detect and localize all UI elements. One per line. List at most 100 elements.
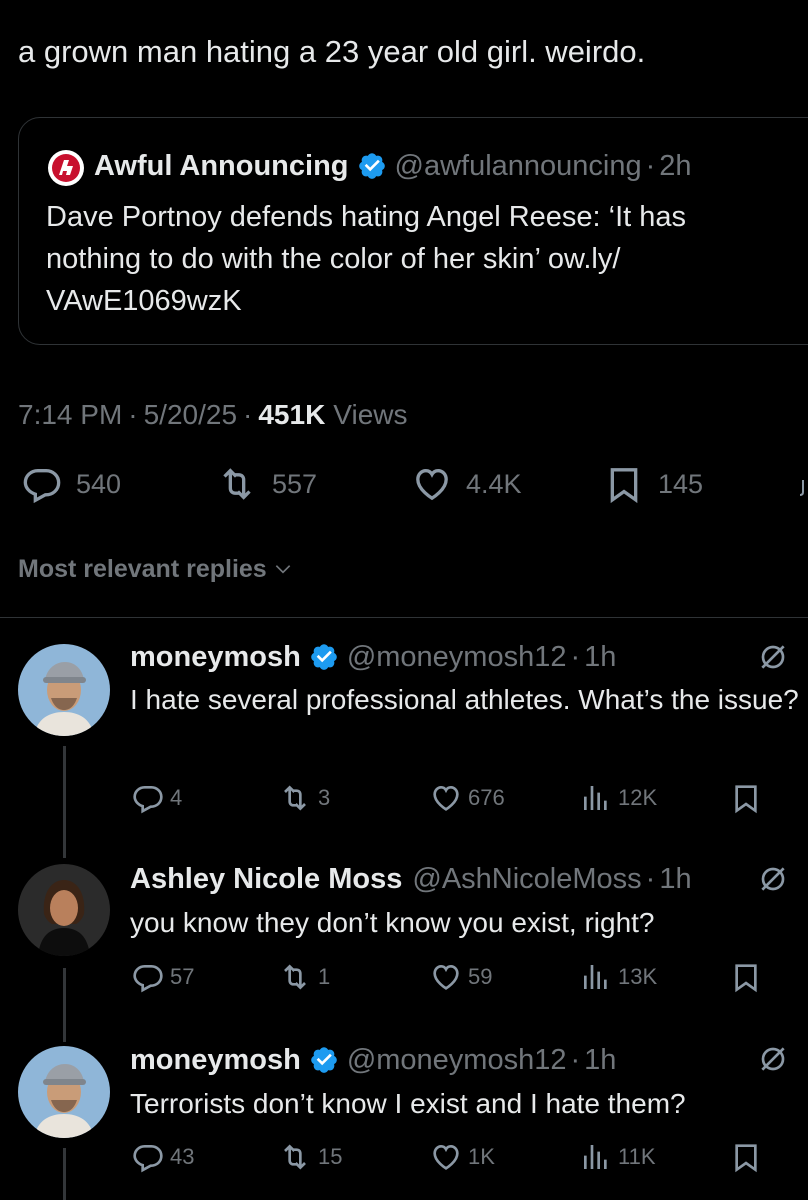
quote-author-handle[interactable]: @awfulannouncing (395, 150, 642, 183)
repost-icon (284, 964, 306, 990)
avatar[interactable] (18, 644, 110, 736)
repost-button[interactable]: 1 (278, 961, 330, 993)
reply-author-name[interactable]: moneymosh (130, 641, 301, 674)
repost-button[interactable]: 557 (216, 464, 317, 504)
views-button[interactable]: 13K (580, 961, 657, 993)
like-button[interactable]: 4.4K (412, 464, 522, 504)
repost-count: 3 (318, 785, 331, 810)
quote-text: Dave Portnoy defends hating Angel Reese:… (46, 201, 687, 317)
reply-icon (133, 1145, 163, 1173)
reply-button[interactable]: 57 (132, 961, 194, 993)
tweet-date[interactable]: 5/20/25 (144, 399, 237, 431)
repost-count: 15 (318, 1144, 343, 1169)
bookmark-icon (610, 468, 638, 504)
verified-icon (309, 1045, 339, 1075)
bookmark-icon[interactable] (730, 1141, 762, 1173)
bookmark-button[interactable]: 145 (604, 464, 703, 504)
quote-author-name[interactable]: Awful Announcing (94, 150, 349, 183)
separator-dot: · (243, 399, 253, 430)
bookmark-count: 145 (658, 468, 704, 499)
reply-timestamp[interactable]: 1h (584, 641, 616, 674)
separator-dot: · (128, 399, 138, 430)
repost-count: 1 (318, 964, 331, 989)
views-count: 13K (618, 964, 658, 989)
reply-count: 4 (170, 785, 183, 810)
reply-button[interactable]: 43 (132, 1141, 194, 1173)
reply-text: I hate several professional athletes. Wh… (130, 684, 799, 715)
reply-button[interactable]: 540 (22, 464, 121, 504)
views-button[interactable]: 12K (580, 782, 657, 814)
views-icon (584, 786, 607, 810)
tweet-time[interactable]: 7:14 PM (18, 399, 122, 431)
repost-icon (223, 468, 251, 500)
reply-icon (23, 469, 61, 504)
grok-icon[interactable] (757, 1043, 789, 1075)
views-icon (584, 1145, 607, 1169)
views-count: 451K (258, 399, 326, 430)
thread-connector (63, 746, 66, 858)
views-button[interactable]: 11K (580, 1141, 656, 1173)
separator-dot: · (645, 149, 656, 182)
separator-dot: · (570, 640, 581, 673)
thread-connector (63, 1148, 66, 1200)
bookmark-icon[interactable] (730, 961, 762, 993)
like-count: 59 (468, 964, 493, 989)
verified-icon (357, 151, 387, 181)
avatar[interactable] (18, 864, 110, 956)
like-button[interactable]: 59 (430, 961, 492, 993)
reply-timestamp[interactable]: 1h (584, 1044, 616, 1077)
replies-sort-label: Most relevant replies (18, 554, 267, 583)
reply-icon (133, 965, 163, 993)
reply-header: Ashley Nicole Moss @AshNicoleMoss · 1h (130, 859, 692, 899)
divider (0, 617, 808, 618)
share-icon[interactable] (797, 478, 808, 498)
reply-author-name[interactable]: Ashley Nicole Moss (130, 863, 402, 896)
reply-button[interactable]: 4 (132, 782, 182, 814)
reply-count: 540 (76, 468, 122, 499)
reply-text: you know they don’t know you exist, righ… (130, 907, 655, 938)
reply-author-handle[interactable]: @AshNicoleMoss (412, 863, 641, 896)
quote-author-avatar[interactable] (48, 150, 84, 186)
views-count: 11K (618, 1144, 656, 1169)
like-icon (433, 785, 459, 811)
like-icon (433, 964, 459, 990)
separator-dot: · (570, 1043, 581, 1076)
repost-icon (284, 785, 306, 811)
replies-sort-toggle[interactable]: Most relevant replies (18, 551, 293, 587)
tweet-text: a grown man hating a 23 year old girl. w… (18, 34, 646, 69)
like-button[interactable]: 676 (430, 782, 505, 814)
reply-author-handle[interactable]: @moneymosh12 (347, 641, 567, 674)
avatar[interactable] (18, 1046, 110, 1138)
like-count: 4.4K (466, 468, 522, 499)
reply-text: Terrorists don’t know I exist and I hate… (130, 1088, 686, 1119)
reply-count: 43 (170, 1144, 195, 1169)
reply-header: moneymosh @moneymosh12 · 1h (130, 637, 616, 677)
repost-button[interactable]: 15 (278, 1141, 342, 1173)
reply-author-name[interactable]: moneymosh (130, 1044, 301, 1077)
reply-author-handle[interactable]: @moneymosh12 (347, 1044, 567, 1077)
chevron-down-icon (275, 565, 290, 574)
separator-dot: · (645, 862, 656, 895)
grok-icon[interactable] (757, 863, 789, 895)
reply-timestamp[interactable]: 1h (659, 863, 691, 896)
tweet-meta: 7:14 PM · 5/20/25 · 451K Views (18, 395, 407, 435)
bookmark-icon[interactable] (730, 782, 762, 814)
quote-header: Awful Announcing @awfulannouncing · 2h (94, 146, 692, 186)
views-icon (584, 965, 607, 989)
views-label: Views (333, 399, 408, 430)
like-button[interactable]: 1K (430, 1141, 495, 1173)
repost-icon (284, 1144, 306, 1170)
quote-timestamp[interactable]: 2h (659, 150, 691, 183)
views-count: 12K (618, 785, 658, 810)
reply-header: moneymosh @moneymosh12 · 1h (130, 1040, 616, 1080)
grok-icon[interactable] (757, 641, 789, 673)
thread-connector (63, 968, 66, 1042)
verified-icon (309, 642, 339, 672)
like-count: 676 (468, 785, 505, 810)
like-icon (433, 1144, 459, 1170)
like-count: 1K (468, 1144, 495, 1169)
repost-count: 557 (272, 468, 318, 499)
reply-icon (133, 786, 163, 814)
like-icon (416, 468, 448, 501)
repost-button[interactable]: 3 (278, 782, 330, 814)
